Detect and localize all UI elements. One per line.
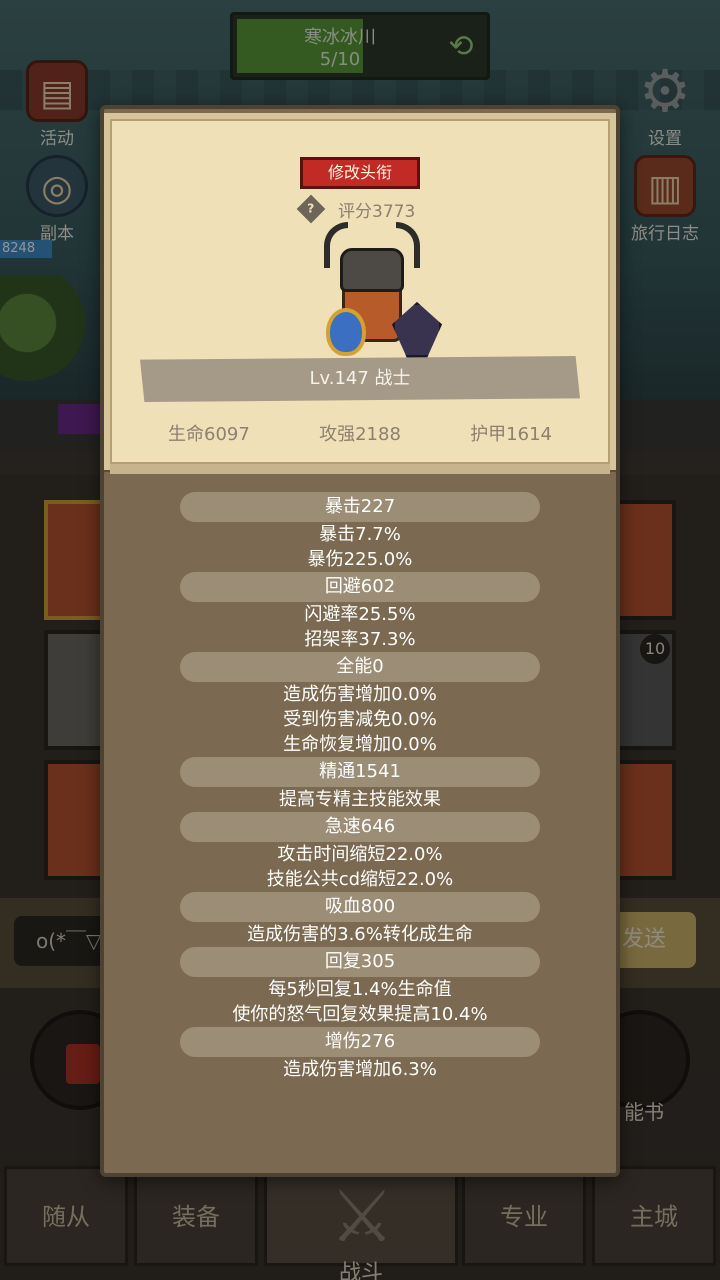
attr-line: 每5秒回复1.4%生命值	[268, 979, 452, 1000]
attr-line: 暴伤225.0%	[307, 549, 413, 570]
attr-header-lifesteal: 吸血800	[180, 892, 540, 922]
attr-line: 受到伤害减免0.0%	[283, 709, 437, 730]
stat-hp: 生命6097	[168, 424, 250, 445]
attr-line: 攻击时间缩短22.0%	[277, 844, 443, 865]
rating-row: ? 评分3773	[296, 194, 416, 224]
attr-line: 技能公共cd缩短22.0%	[266, 869, 454, 890]
attr-header-regen: 回复305	[180, 947, 540, 977]
attr-line: 造成伤害的3.6%转化成生命	[247, 924, 473, 945]
attr-line: 生命恢复增加0.0%	[283, 734, 437, 755]
attr-line: 招架率37.3%	[304, 629, 416, 650]
help-icon-glyph: ?	[307, 201, 315, 217]
attr-header-damage-boost: 增伤276	[180, 1027, 540, 1057]
attr-line: 使你的怒气回复效果提高10.4%	[232, 1004, 488, 1025]
warrior-avatar	[320, 222, 450, 362]
attr-header-mastery: 精通1541	[180, 757, 540, 787]
rating-score: 评分3773	[338, 201, 416, 222]
stat-attack: 攻强2188	[319, 424, 401, 445]
attr-header-haste: 急速646	[180, 812, 540, 842]
attr-line: 提高专精主技能效果	[279, 789, 441, 810]
attr-header-crit: 暴击227	[180, 492, 540, 522]
stat-armor: 护甲1614	[470, 424, 552, 445]
help-icon[interactable]: ?	[296, 194, 326, 224]
attr-header-avoidance: 回避602	[180, 572, 540, 602]
attr-line: 闪避率25.5%	[304, 604, 416, 625]
attribute-list: 暴击227 暴击7.7% 暴伤225.0% 回避602 闪避率25.5% 招架率…	[180, 492, 540, 1082]
change-title-button[interactable]: 修改头衔	[300, 157, 420, 189]
base-stats-row: 生命6097 攻强2188 护甲1614	[140, 420, 580, 446]
shield-icon	[326, 308, 366, 356]
helmet-icon	[340, 248, 404, 292]
attr-line: 暴击7.7%	[319, 524, 401, 545]
level-class-banner: Lv.147 战士	[140, 356, 580, 402]
attr-line: 造成伤害增加0.0%	[283, 684, 437, 705]
attr-header-versatility: 全能0	[180, 652, 540, 682]
attr-line: 造成伤害增加6.3%	[283, 1059, 437, 1080]
